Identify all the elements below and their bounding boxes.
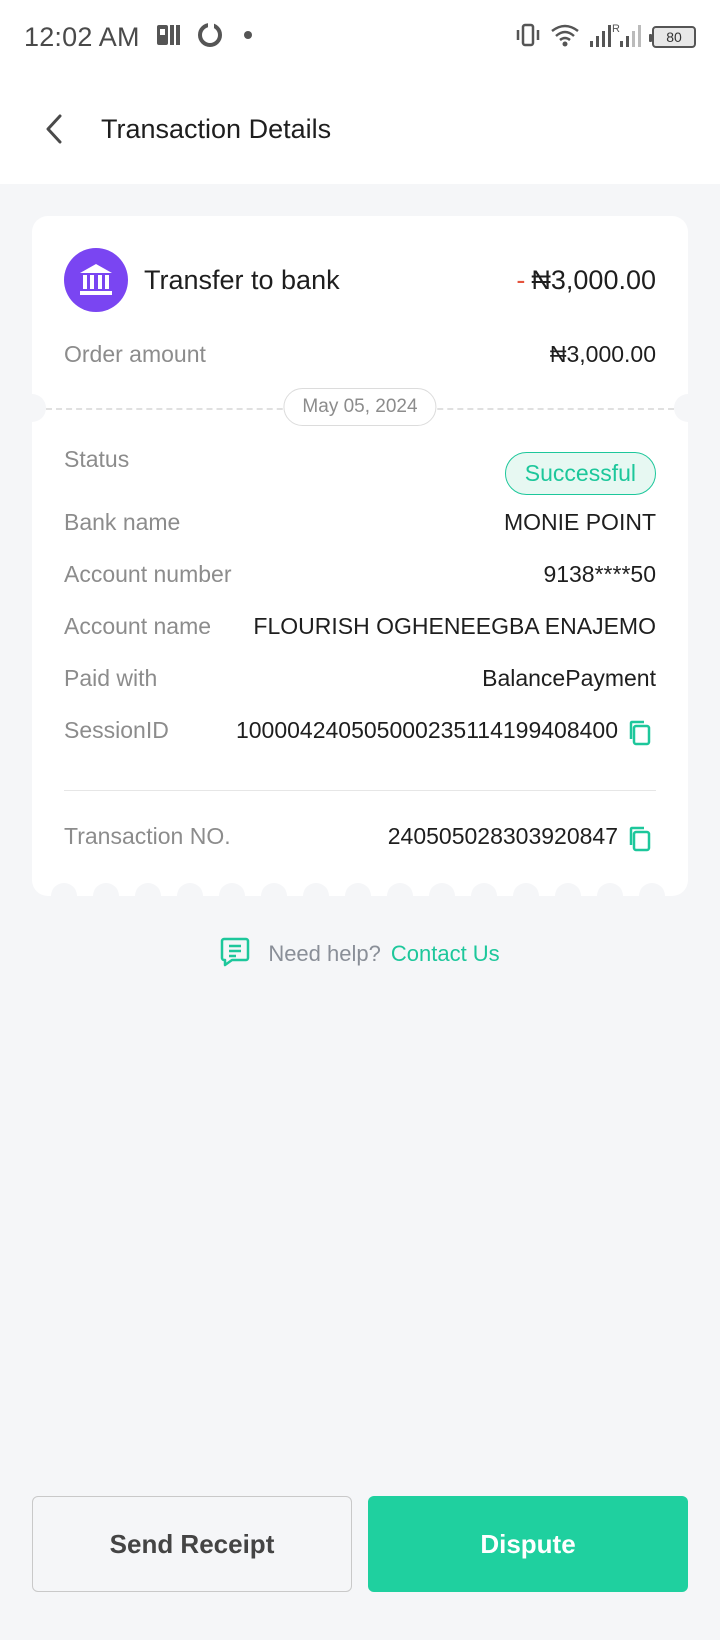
- transaction-amount: - ₦3,000.00: [516, 265, 656, 296]
- transaction-no-row: Transaction NO. 240505028303920847: [64, 811, 656, 861]
- bank-name-label: Bank name: [64, 508, 181, 535]
- amount-value: ₦3,000.00: [531, 264, 656, 295]
- signal-icon: R: [588, 21, 644, 54]
- order-amount-value: ₦3,000.00: [549, 340, 656, 367]
- account-number-label: Account number: [64, 560, 232, 587]
- amount-sign: -: [516, 264, 526, 295]
- order-amount-label: Order amount: [64, 340, 206, 367]
- transaction-type: Transfer to bank: [144, 264, 340, 295]
- wifi-icon: [550, 23, 580, 52]
- sync-icon: [196, 21, 224, 54]
- account-number-value: 9138****50: [543, 560, 656, 587]
- copy-session-id-icon[interactable]: [624, 717, 656, 749]
- svg-text:R: R: [612, 23, 620, 35]
- detail-row-account-number: Account number 9138****50: [64, 548, 656, 600]
- transaction-card: Transfer to bank - ₦3,000.00 Order amount…: [18, 216, 702, 909]
- status-label: Status: [64, 446, 130, 472]
- date-divider: May 05, 2024: [18, 376, 702, 440]
- card-notch-right: [674, 394, 702, 422]
- detail-row-bank-name: Bank name MONIE POINT: [64, 496, 656, 548]
- vibrate-icon: [514, 23, 542, 52]
- session-id-label: SessionID: [64, 716, 169, 743]
- dispute-button[interactable]: Dispute: [368, 1496, 688, 1592]
- details-separator: [64, 790, 656, 791]
- transaction-no-value: 240505028303920847: [387, 822, 618, 849]
- transaction-title-row: Transfer to bank - ₦3,000.00: [64, 248, 656, 312]
- status-row: Status Successful: [64, 446, 656, 496]
- chevron-left-icon: [46, 114, 62, 144]
- app-header: Transaction Details: [0, 74, 720, 184]
- paid-with-value: BalancePayment: [482, 664, 656, 691]
- status-badge: Successful: [504, 452, 656, 495]
- receipt-scallop-edge: [51, 883, 665, 909]
- account-name-label: Account name: [64, 612, 212, 639]
- dot-icon: [238, 25, 258, 50]
- contact-us-link[interactable]: Contact Us: [391, 941, 500, 967]
- detail-row-session-id: SessionID 100004240505000235114199408400: [64, 704, 656, 756]
- help-text: Need help?: [268, 941, 381, 966]
- back-button[interactable]: [24, 99, 84, 159]
- detail-row-paid-with: Paid with BalancePayment: [64, 652, 656, 704]
- order-amount-row: Order amount ₦3,000.00: [64, 334, 656, 374]
- card-notch-left: [18, 394, 46, 422]
- chat-icon: [220, 936, 250, 973]
- bank-icon: [80, 264, 112, 295]
- send-receipt-button[interactable]: Send Receipt: [32, 1496, 352, 1592]
- battery-indicator: 80: [649, 26, 696, 48]
- transaction-date: May 05, 2024: [283, 388, 437, 426]
- transaction-no-label: Transaction NO.: [64, 822, 231, 849]
- account-name-value: FLOURISH OGHENEEGBA ENAJEMO: [253, 612, 656, 639]
- help-row: Need help? Contact Us: [0, 934, 720, 974]
- bank-avatar: [64, 248, 128, 312]
- detail-row-account-name: Account name FLOURISH OGHENEEGBA ENAJEMO: [64, 600, 656, 652]
- paid-with-label: Paid with: [64, 664, 158, 691]
- session-id-value: 100004240505000235114199408400: [235, 716, 618, 743]
- copy-transaction-no-icon[interactable]: [624, 823, 656, 855]
- page-title: Transaction Details: [101, 113, 332, 144]
- status-time: 12:02 AM: [24, 21, 140, 52]
- sim-icon: [156, 23, 182, 52]
- bank-name-value: MONIE POINT: [503, 508, 656, 535]
- status-bar: 12:02 AM R 80: [0, 0, 720, 74]
